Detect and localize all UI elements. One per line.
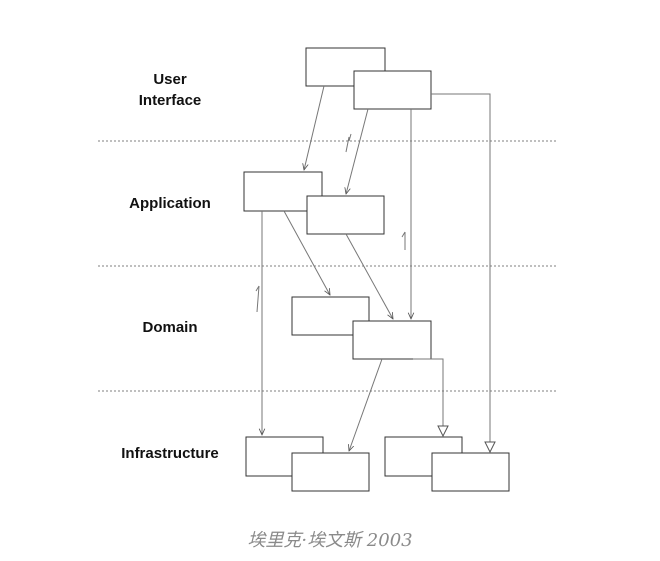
infrastructure-box-2 — [291, 452, 370, 492]
strike-mark — [345, 133, 352, 153]
strike-mark — [255, 285, 260, 313]
layer-label-infrastructure: Infrastructure — [121, 445, 219, 462]
dependency-arrow — [349, 358, 383, 451]
caption: 埃里克·埃文斯 2003 — [247, 530, 413, 551]
layered-architecture-diagram: User Interface Application Domain Infras… — [98, 47, 558, 492]
strike-mark — [401, 231, 406, 250]
layer-label-user: User — [153, 71, 187, 88]
ui-box-2 — [353, 70, 432, 110]
layer-label-application: Application — [129, 195, 211, 212]
domain-box-2 — [352, 320, 432, 360]
dependency-arrow — [346, 108, 369, 194]
infrastructure-box-4 — [431, 452, 510, 492]
realization-arrow — [413, 358, 443, 436]
layer-label-interface: Interface — [139, 92, 202, 109]
layer-label-domain: Domain — [142, 319, 197, 336]
dependency-arrow — [304, 85, 325, 170]
realization-arrow — [431, 93, 490, 452]
application-box-2 — [306, 195, 385, 235]
